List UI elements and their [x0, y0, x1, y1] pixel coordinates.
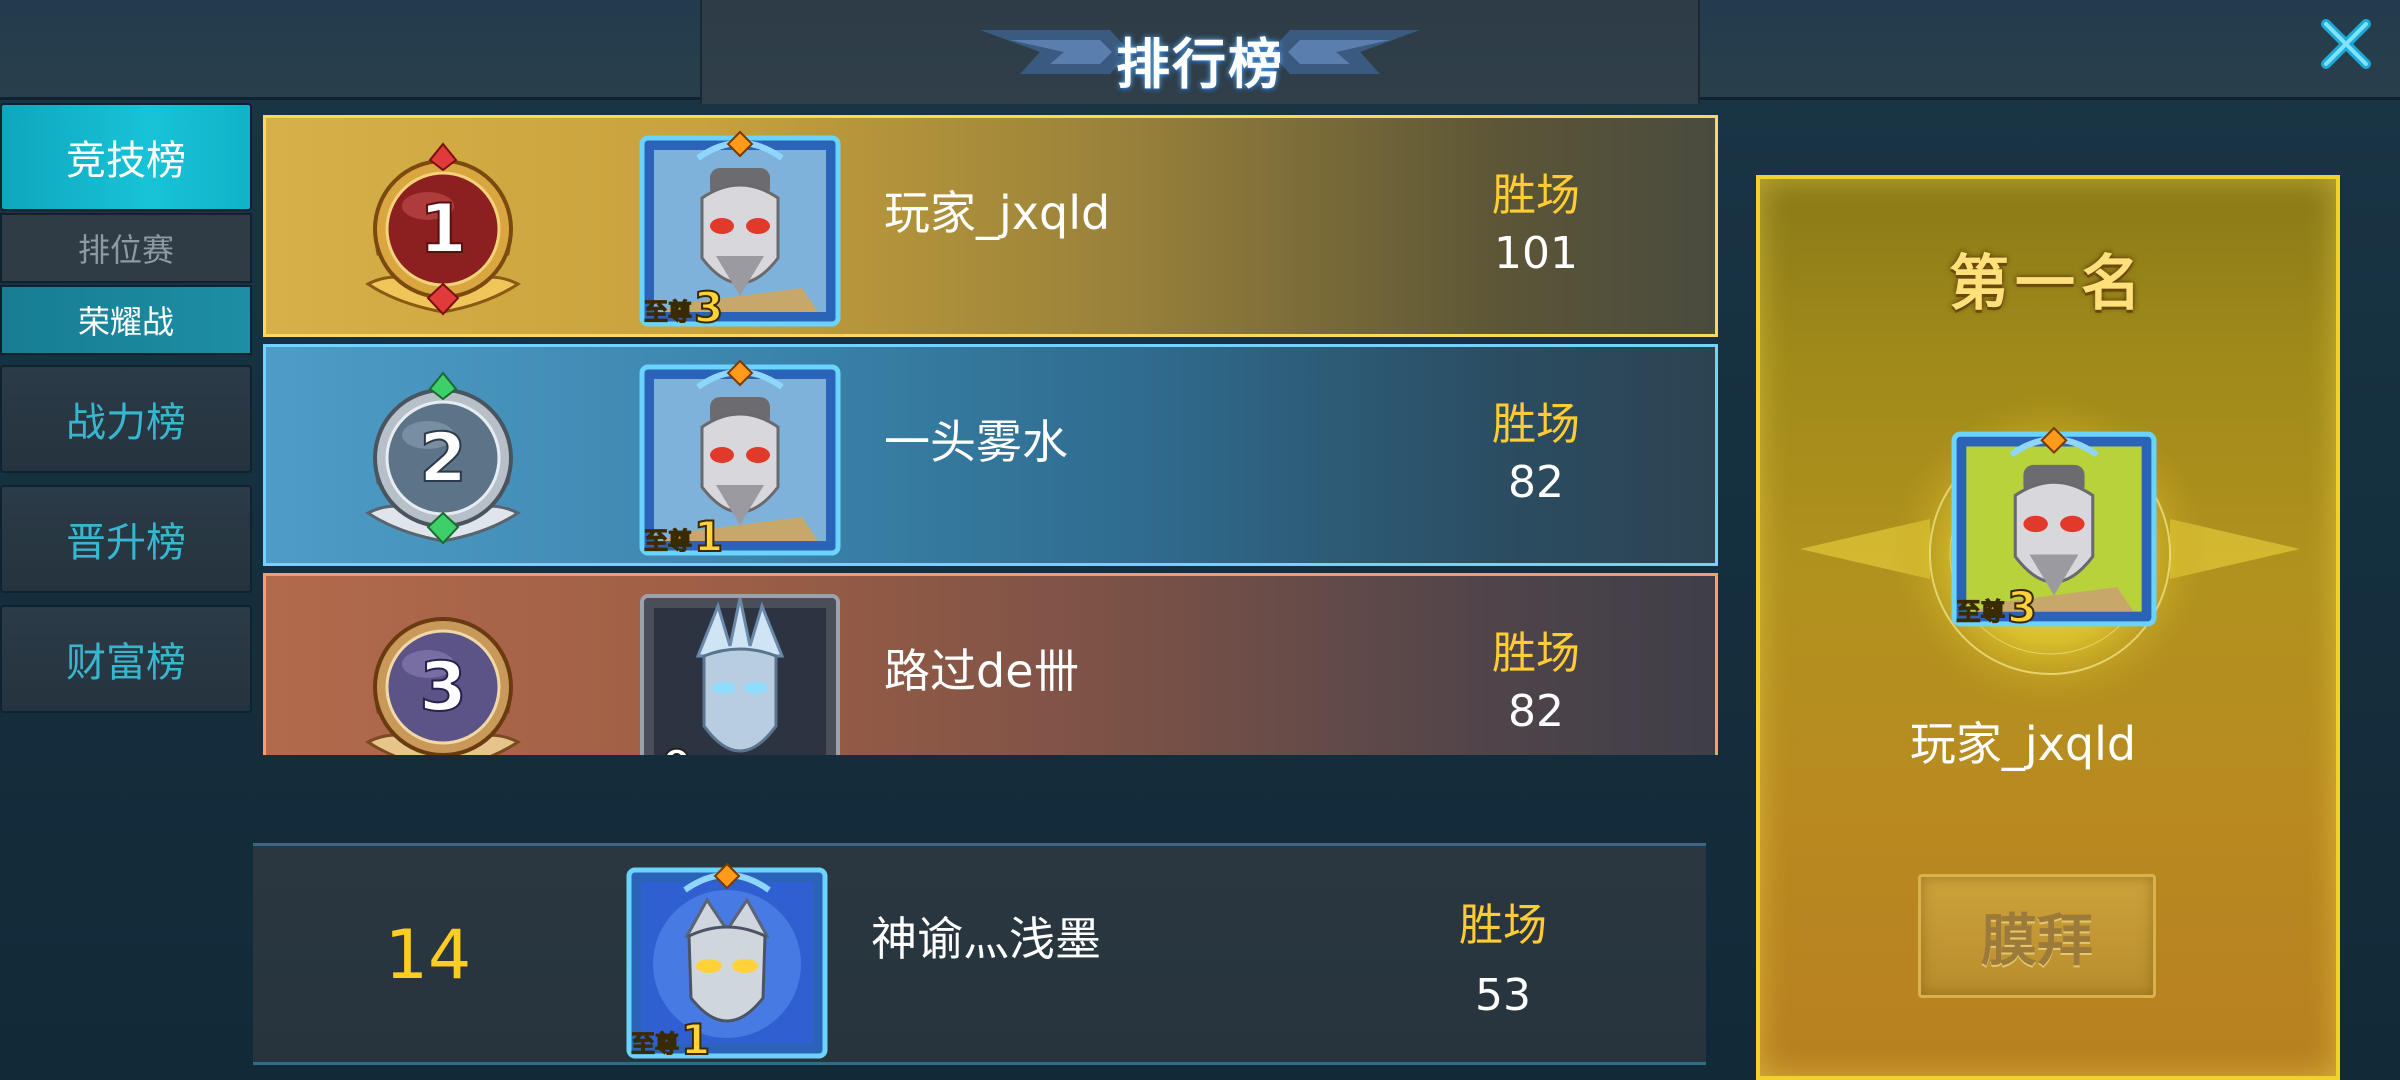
- tier-number: 3: [694, 283, 723, 328]
- wins-value: 53: [1475, 970, 1531, 1021]
- wins-value: 82: [1508, 686, 1564, 737]
- wins-value: 82: [1508, 457, 1564, 508]
- player-name: 玩家_jxqld: [884, 186, 1111, 240]
- top-player-panel: 第一名 至尊 3 玩家_jxqld 膜拜: [1756, 175, 2340, 1080]
- leaderboard-screen: 排行榜 竞技榜 排位赛 荣耀战 战力榜 晋升榜 财富榜 1 至尊 3 玩家_jx…: [0, 0, 2400, 1080]
- player-name: 路过de卌: [884, 644, 1080, 698]
- nav-tab-promotion[interactable]: 晋升榜: [0, 485, 252, 593]
- nav-subtab-ranked[interactable]: 排位赛: [0, 213, 252, 283]
- worship-button[interactable]: 膜拜: [1918, 874, 2156, 998]
- medal-rank-number: 3: [419, 648, 466, 727]
- tier-number: 1: [694, 512, 723, 557]
- nav-tab-wealth[interactable]: 财富榜: [0, 605, 252, 713]
- tier-number: 3: [2007, 583, 2037, 628]
- hero-avatar-icon: 至尊 1: [639, 359, 841, 557]
- nav-tab-arena[interactable]: 竞技榜: [0, 103, 252, 211]
- nav-subtab-label: 排位赛: [77, 231, 174, 269]
- bronze-medal-icon: 3: [365, 617, 521, 755]
- player-name: 神谕灬浅墨: [871, 912, 1101, 966]
- silver-medal-icon: 2: [365, 371, 521, 545]
- nav-tab-power[interactable]: 战力榜: [0, 365, 252, 473]
- tier-label: 至尊: [1956, 597, 2005, 626]
- medal-rank-number: 2: [419, 419, 466, 498]
- top-player-title: 第一名: [1949, 249, 2147, 319]
- top-player-name: 玩家_jxqld: [1909, 717, 2137, 771]
- medal-rank-number: 1: [419, 190, 466, 269]
- wins-label: 胜场: [1492, 399, 1580, 450]
- my-rank-row[interactable]: 14 至尊 1 神谕灬浅墨 胜场 53: [253, 843, 1706, 1065]
- nav-subtab-label: 荣耀战: [77, 303, 174, 341]
- nav-tab-label: 晋升榜: [66, 520, 186, 566]
- leaderboard-row[interactable]: 1 至尊 3 玩家_jxqld 胜场 101: [263, 115, 1718, 337]
- wins-label: 胜场: [1492, 628, 1580, 679]
- hero-avatar-icon: 0: [640, 594, 840, 755]
- tier-number: 1: [681, 1015, 710, 1060]
- tier-label: 至尊: [644, 298, 692, 326]
- hero-avatar-icon: 至尊 3: [639, 130, 841, 328]
- tier-number: 0: [662, 741, 691, 755]
- hero-avatar-icon: 至尊 3: [1951, 426, 2157, 628]
- wins-value: 101: [1494, 228, 1578, 279]
- leaderboard-list[interactable]: 1 至尊 3 玩家_jxqld 胜场 101 2 至尊 1 一头雾水 胜场 82…: [263, 115, 1718, 755]
- wins-label: 胜场: [1492, 170, 1580, 221]
- leaderboard-row[interactable]: 3 0 路过de卌 胜场 82: [263, 573, 1718, 755]
- page-title: 排行榜: [1116, 33, 1284, 96]
- tier-label: 至尊: [644, 527, 692, 555]
- close-icon[interactable]: [2316, 14, 2376, 74]
- wins-label: 胜场: [1459, 900, 1547, 951]
- nav-tab-label: 战力榜: [66, 400, 186, 446]
- gold-medal-icon: 1: [365, 142, 521, 316]
- my-rank-number: 14: [384, 916, 472, 995]
- hero-avatar-icon: 至尊 1: [626, 862, 828, 1060]
- worship-button-label: 膜拜: [1981, 908, 2093, 974]
- nav-tab-label: 竞技榜: [66, 138, 186, 184]
- nav-subtab-glory[interactable]: 荣耀战: [0, 285, 252, 355]
- nav-tab-label: 财富榜: [66, 640, 186, 686]
- player-name: 一头雾水: [884, 415, 1068, 469]
- leaderboard-row[interactable]: 2 至尊 1 一头雾水 胜场 82: [263, 344, 1718, 566]
- tier-label: 至尊: [631, 1030, 679, 1058]
